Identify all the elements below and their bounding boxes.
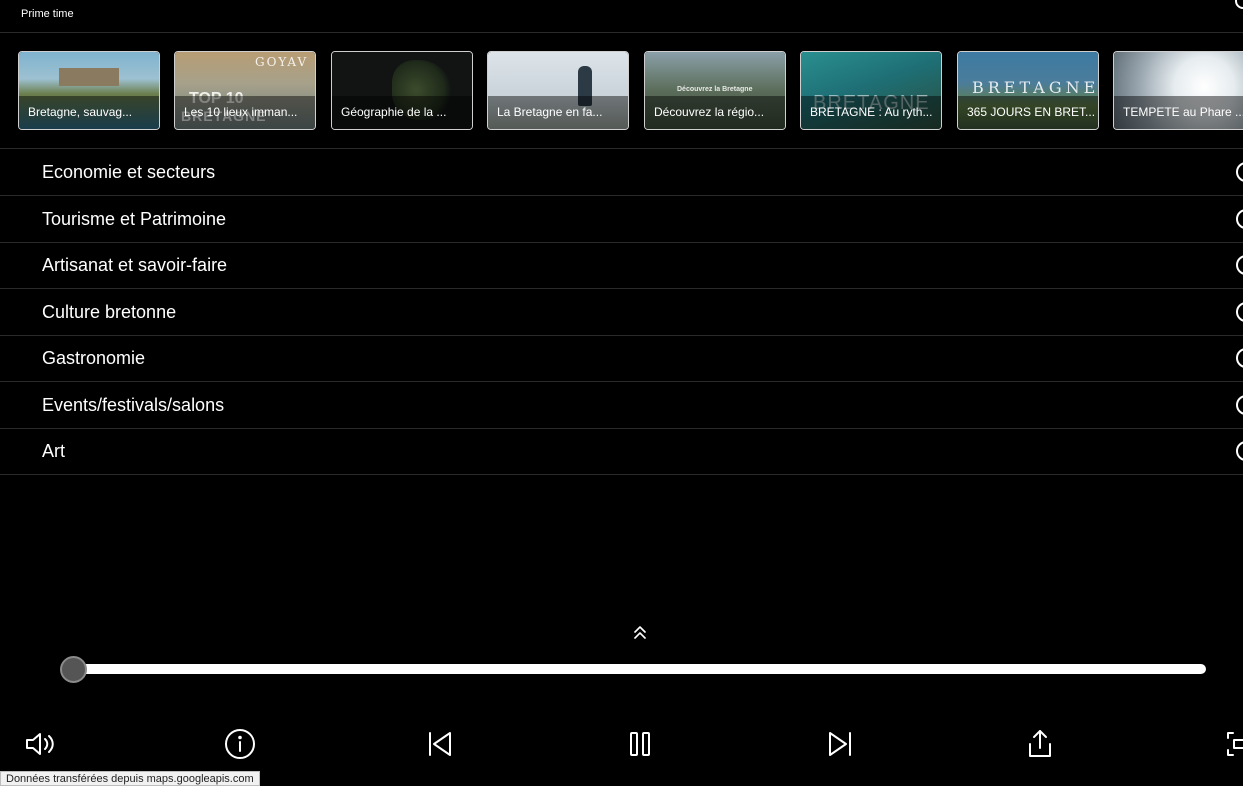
category-expand-button[interactable]	[1236, 395, 1243, 415]
thumbnail-caption: Découvrez la régio...	[645, 96, 785, 129]
category-label: Economie et secteurs	[42, 162, 216, 182]
thumbnail-caption: Géographie de la ...	[332, 96, 472, 129]
primetime-toggle-button[interactable]	[1235, 0, 1243, 9]
pause-icon[interactable]	[623, 727, 657, 761]
thumbnail-caption: 365 JOURS EN BRET...	[958, 96, 1098, 129]
category-row[interactable]: Events/festivals/salons	[0, 382, 1243, 429]
category-row[interactable]: Artisanat et savoir-faire	[0, 242, 1243, 289]
category-label: Culture bretonne	[42, 302, 177, 322]
browser-status-bar: Données transférées depuis maps.googleap…	[0, 771, 260, 786]
chevron-double-up-icon[interactable]	[632, 624, 648, 640]
category-expand-button[interactable]	[1236, 162, 1243, 182]
category-row[interactable]: Gastronomie	[0, 335, 1243, 382]
category-row[interactable]: Tourisme et Patrimoine	[0, 196, 1243, 243]
thumbnail-overlay-text: GOYAV	[255, 55, 309, 69]
category-label: Gastronomie	[42, 348, 146, 368]
category-expand-button[interactable]	[1236, 348, 1243, 368]
category-label: Art	[42, 441, 66, 461]
thumbnail-caption: TEMPETE au Phare ...	[1114, 96, 1243, 129]
thumbnail-caption: BRETAGNE : Au ryth...	[801, 96, 941, 129]
category-expand-button[interactable]	[1236, 255, 1243, 275]
thumbnail-caption: Les 10 lieux imman...	[175, 96, 315, 129]
volume-icon[interactable]	[23, 727, 57, 761]
video-thumbnail[interactable]: Bretagne, sauvag...	[18, 51, 160, 130]
category-label: Artisanat et savoir-faire	[42, 255, 228, 275]
category-row[interactable]: Economie et secteurs	[0, 149, 1243, 196]
category-row[interactable]: Culture bretonne	[0, 289, 1243, 336]
thumbnail-caption: Bretagne, sauvag...	[19, 96, 159, 129]
primetime-title: Prime time	[21, 8, 74, 20]
skip-previous-icon[interactable]	[423, 727, 457, 761]
category-label: Events/festivals/salons	[42, 395, 225, 415]
category-row[interactable]: Art	[0, 428, 1243, 475]
category-expand-button[interactable]	[1236, 209, 1243, 229]
video-thumbnail[interactable]: BRETAGNE 365 JOURS EN BRET...	[957, 51, 1099, 130]
video-thumbnail[interactable]: TEMPETE au Phare ...	[1113, 51, 1243, 130]
video-thumbnail[interactable]: Géographie de la ...	[331, 51, 473, 130]
skip-next-icon[interactable]	[823, 727, 857, 761]
share-icon[interactable]	[1023, 727, 1057, 761]
primetime-header: Prime time	[0, 0, 1243, 33]
video-thumbnail[interactable]: BRETAGNE BRETAGNE : Au ryth...	[800, 51, 942, 130]
category-expand-button[interactable]	[1236, 302, 1243, 322]
thumbnail-overlay-text: Découvrez la Bretagne	[677, 86, 753, 93]
progress-slider[interactable]	[74, 664, 1206, 674]
video-thumbnail[interactable]: La Bretagne en fa...	[487, 51, 629, 130]
video-thumbnail-strip: Bretagne, sauvag... GOYAV TOP 10 BRETAGN…	[0, 33, 1243, 149]
category-label: Tourisme et Patrimoine	[42, 209, 227, 229]
video-thumbnail[interactable]: Découvrez la Bretagne Découvrez la régio…	[644, 51, 786, 130]
thumbnail-caption: La Bretagne en fa...	[488, 96, 628, 129]
fullscreen-icon[interactable]	[1223, 727, 1243, 761]
thumbnail-overlay-text: BRETAGNE	[972, 78, 1099, 97]
video-thumbnail[interactable]: GOYAV TOP 10 BRETAGNE Les 10 lieux imman…	[174, 51, 316, 130]
category-expand-button[interactable]	[1236, 441, 1243, 461]
castle-shape	[59, 68, 119, 86]
info-icon[interactable]	[223, 727, 257, 761]
progress-slider-handle[interactable]	[60, 656, 87, 683]
